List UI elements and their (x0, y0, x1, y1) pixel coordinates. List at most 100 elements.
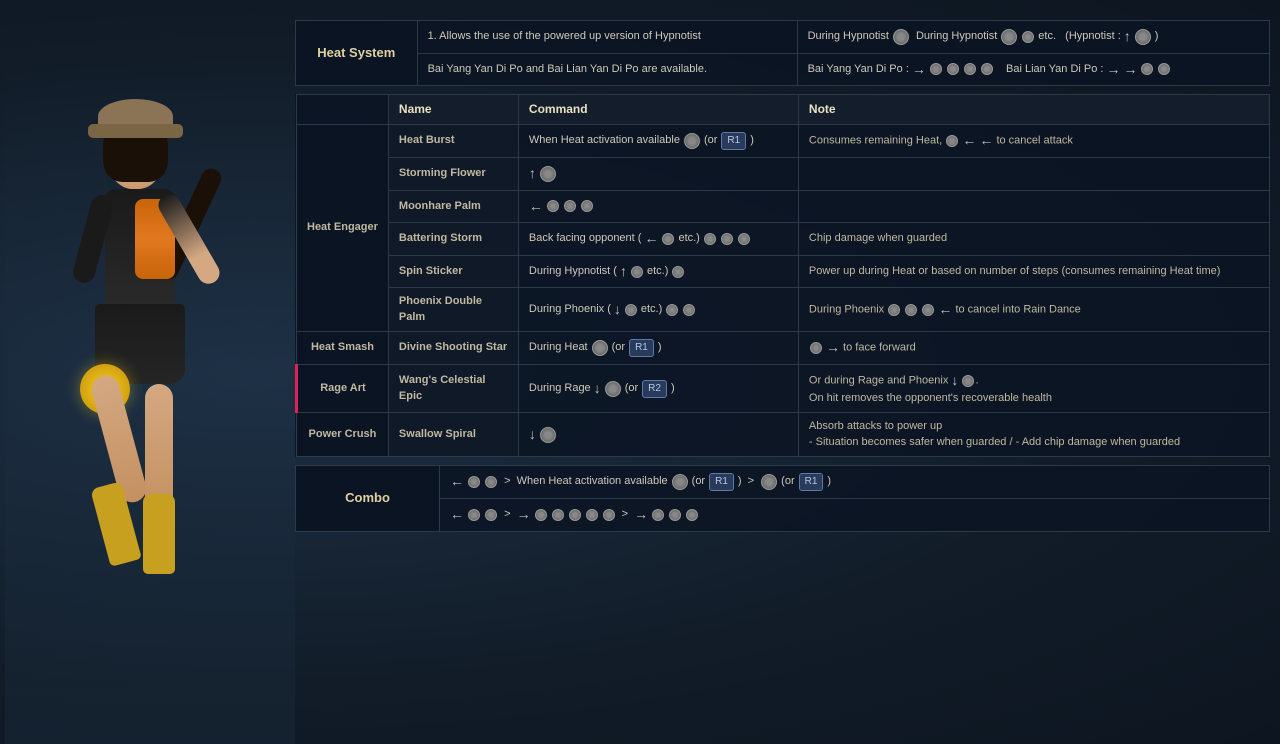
pdpc3 (683, 304, 695, 316)
combo-row2: ← > → > → (296, 498, 1270, 531)
moonhare-palm-row: Moonhare Palm ← (297, 190, 1270, 223)
ccc7 (603, 509, 615, 521)
divine-shooting-star-name: Divine Shooting Star (388, 332, 518, 365)
moves-table: Name Command Note Heat Engager Heat Burs… (295, 94, 1270, 457)
heat-burst-cmd: When Heat activation available (or R1) (518, 124, 798, 157)
arrow-up-icon: ↑ (1124, 27, 1131, 47)
rage-art-row: Rage Art Wang's Celestial Epic During Ra… (297, 365, 1270, 413)
moonhare-palm-cmd: ← (518, 190, 798, 223)
cc2 (485, 476, 497, 488)
cc3 (672, 474, 688, 490)
bsc1 (662, 233, 674, 245)
down-arr-pdp: ↓ (614, 300, 621, 320)
ssc1 (631, 266, 643, 278)
wangs-celestial-epic-note: Or during Rage and Phoenix ↓ . On hit re… (798, 365, 1269, 413)
mp-cmd-text: ← (529, 197, 788, 217)
main-content: Heat System 1. Allows the use of the pow… (295, 20, 1270, 724)
circle-icon2 (1001, 29, 1017, 45)
phoenix-double-palm-row: Phoenix Double Palm During Phoenix ( ↓ e… (297, 288, 1270, 332)
wce-cmd-text: During Rage ↓ (or R2) (529, 379, 788, 399)
heat-system-cmd2: Bai Yang Yan Di Po : → Bai Lian Yan Di P… (797, 53, 1269, 86)
bsc2 (704, 233, 716, 245)
right-arr-dss: → (826, 339, 840, 355)
power-crush-label: Power Crush (297, 413, 389, 457)
down-arr-sw: ↓ (529, 425, 536, 445)
combo-sequence1: ← > When Heat activation available (or R… (440, 465, 1270, 498)
mp2 (564, 200, 576, 212)
dss-cmd-text: During Heat (or R1) (529, 338, 788, 358)
right-arr-c2: → (517, 505, 531, 525)
heat-system-label: Heat System (296, 21, 418, 86)
sw-cmd-text: ↓ (529, 425, 788, 445)
circle-icon (893, 29, 909, 45)
pn2 (905, 304, 917, 316)
left-arr-pdp: ← (938, 301, 952, 317)
ccc10 (686, 509, 698, 521)
down-arr-rage: ↓ (594, 379, 601, 399)
wangs-celestial-epic-cmd: During Rage ↓ (or R2) (518, 365, 798, 413)
empty-section-header (297, 95, 389, 125)
up-arr-ss: ↑ (620, 262, 627, 282)
spin-sticker-note: Power up during Heat or based on number … (798, 255, 1269, 288)
up-arrow-sf: ↑ (529, 164, 536, 184)
ci6 (1158, 63, 1170, 75)
combo-row1: Combo ← > When Heat activation available… (296, 465, 1270, 498)
character-silhouette (5, 44, 295, 744)
ccc6 (586, 509, 598, 521)
swallow-spiral-name: Swallow Spiral (388, 413, 518, 457)
heat-system-table: Heat System 1. Allows the use of the pow… (295, 20, 1270, 86)
left-arrow2: ← (979, 132, 993, 148)
ci1 (930, 63, 942, 75)
mp3 (581, 200, 593, 212)
ccc1 (468, 509, 480, 521)
r1-c2: R1 (799, 473, 824, 491)
storming-flower-row: Storming Flower ↑ (297, 157, 1270, 190)
character-figure (50, 94, 250, 744)
combo-label: Combo (296, 465, 440, 531)
heat-engager-label: Heat Engager (297, 124, 389, 331)
heat-system-cmd1: During Hypnotist During Hypnotist etc. (… (797, 21, 1269, 54)
cc1 (468, 476, 480, 488)
heat-burst-name: Heat Burst (388, 124, 518, 157)
down-arr-phoenix: ↓ (951, 372, 958, 388)
combo-table: Combo ← > When Heat activation available… (295, 465, 1270, 532)
ccc9 (669, 509, 681, 521)
heat-system-cmd2-text: Bai Yang Yan Di Po : → Bai Lian Yan Di P… (808, 60, 1259, 80)
wangs-celestial-epic-name: Wang's Celestial Epic (388, 365, 518, 413)
swallow-spiral-note: Absorb attacks to power up - Situation b… (798, 413, 1269, 457)
divine-shooting-star-cmd: During Heat (or R1) (518, 332, 798, 365)
left-arrow1: ← (962, 132, 976, 148)
command-header: Command (518, 95, 798, 125)
left-arr-bs: ← (644, 229, 658, 249)
moonhare-palm-name: Moonhare Palm (388, 190, 518, 223)
ss-cmd-text: During Hypnotist ( ↑ etc.) (529, 262, 788, 282)
rage-circle (605, 381, 621, 397)
phoenix-double-palm-note: During Phoenix ← to cancel into Rain Dan… (798, 288, 1269, 332)
arrow-right-icon: → (912, 60, 926, 80)
divine-shooting-star-note: → to face forward (798, 332, 1269, 365)
bs-cmd-text: Back facing opponent ( ← etc.) (529, 229, 788, 249)
pn1 (888, 304, 900, 316)
char-boot-right (143, 494, 175, 574)
r2-btn: R2 (642, 380, 667, 398)
phoenix-double-palm-cmd: During Phoenix ( ↓ etc.) (518, 288, 798, 332)
ccc2 (485, 509, 497, 521)
r1-btn: R1 (721, 132, 746, 150)
left-arrow-mp: ← (529, 197, 543, 217)
ccc3 (535, 509, 547, 521)
combo2-text: ← > → > → (450, 505, 1259, 525)
ccc8 (652, 509, 664, 521)
heat-system-row1: Heat System 1. Allows the use of the pow… (296, 21, 1270, 54)
power-crush-row: Power Crush Swallow Spiral ↓ Absorb atta… (297, 413, 1270, 457)
right-arr-c3: → (634, 505, 648, 525)
battering-storm-name: Battering Storm (388, 223, 518, 256)
heat-burst-note: Consumes remaining Heat, ← ← to cancel a… (798, 124, 1269, 157)
left-arr-c2: ← (450, 505, 464, 525)
combo1-text: ← > When Heat activation available (or R… (450, 472, 1259, 492)
name-header: Name (388, 95, 518, 125)
arrow-r2: → (1106, 60, 1120, 80)
r1-c1: R1 (709, 473, 734, 491)
battering-storm-note: Chip damage when guarded (798, 223, 1269, 256)
ci2 (947, 63, 959, 75)
mp1 (547, 200, 559, 212)
